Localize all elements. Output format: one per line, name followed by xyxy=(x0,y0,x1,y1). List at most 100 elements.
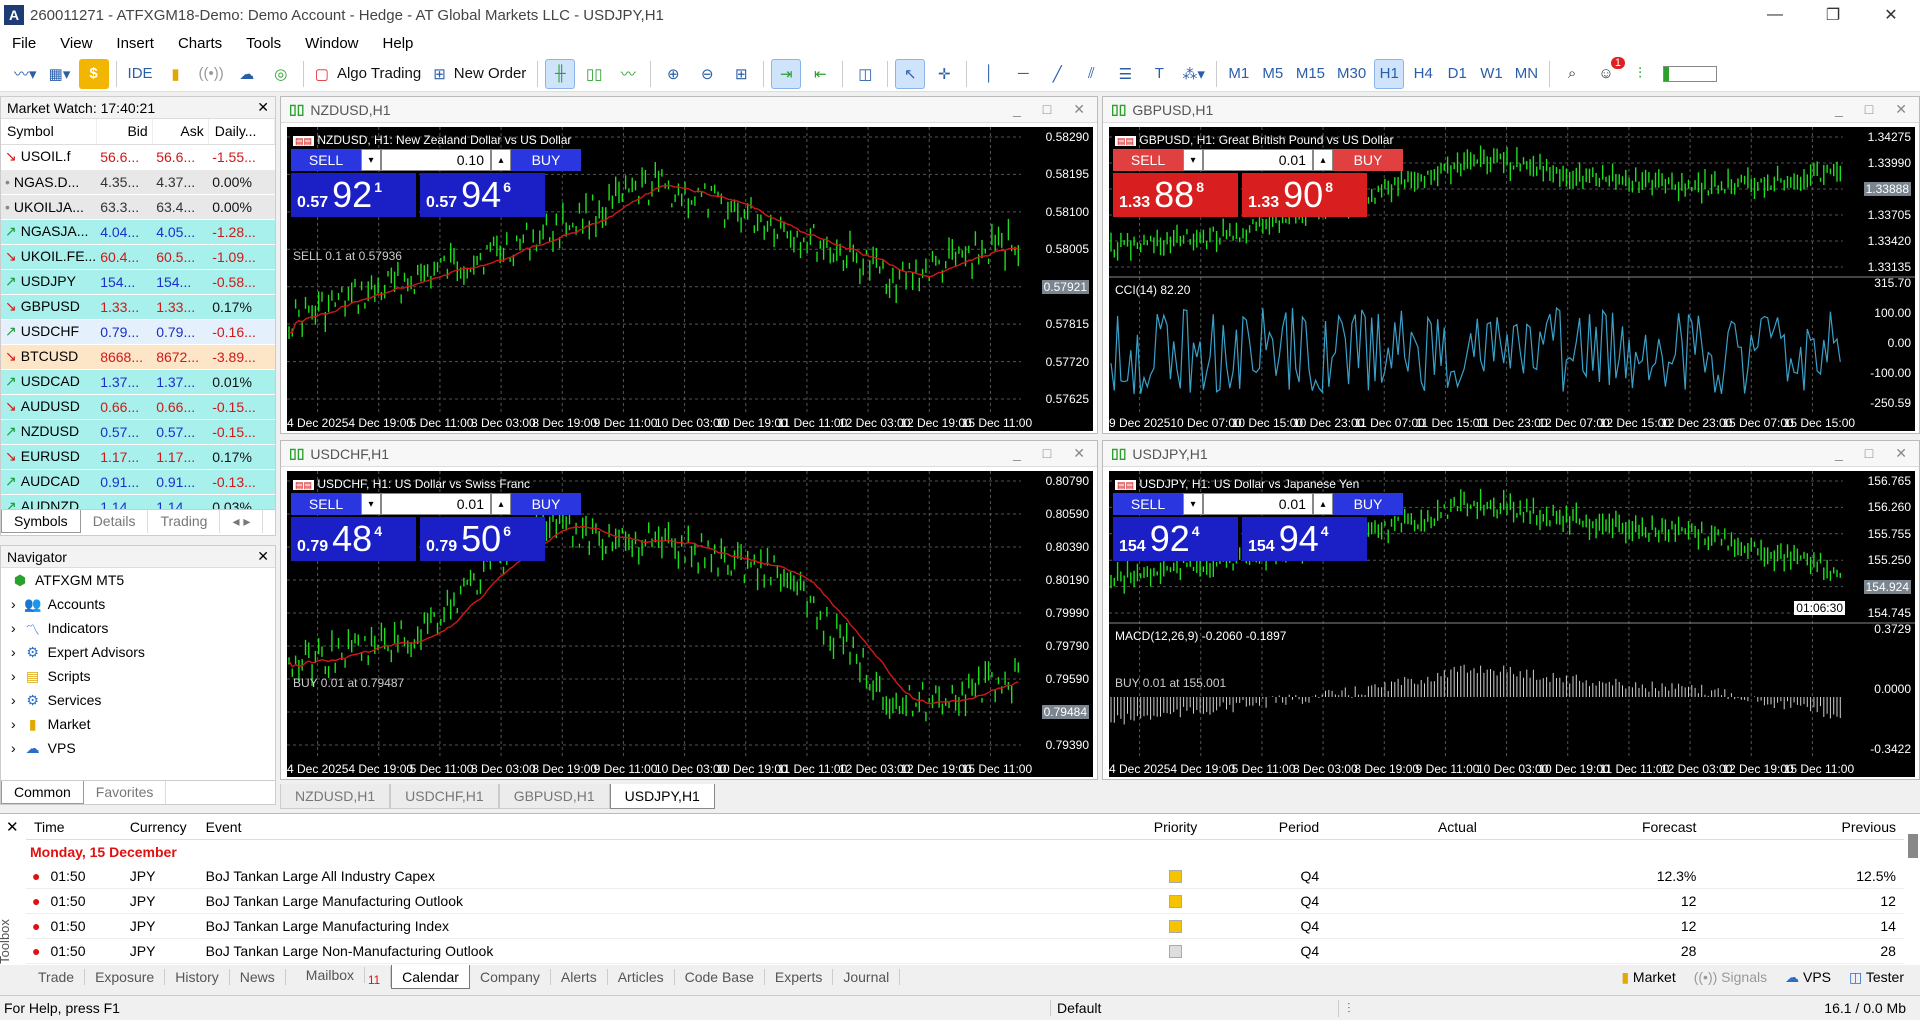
chart-canvas[interactable]: ▤▤ USDJPY, H1: US Dollar vs Japanese Yen… xyxy=(1109,471,1915,777)
tab-common[interactable]: Common xyxy=(1,781,84,804)
tab-journal[interactable]: Journal xyxy=(833,969,901,985)
timeframe-d1[interactable]: D1 xyxy=(1442,59,1472,89)
chart-tab-nzdusd[interactable]: NZDUSD,H1 xyxy=(280,784,391,809)
tab-exposure[interactable]: Exposure xyxy=(85,969,166,985)
menu-charts[interactable]: Charts xyxy=(166,35,234,52)
market-watch-row[interactable]: ↘ EURUSD 1.17... 1.17... 0.17% xyxy=(1,444,275,470)
buy-button[interactable]: BUY xyxy=(511,149,581,171)
sell-button[interactable]: SELL xyxy=(291,493,361,515)
notifications-icon[interactable]: ☺ 1 xyxy=(1591,56,1626,89)
tab-company[interactable]: Company xyxy=(470,969,551,985)
screenshot-icon[interactable]: ◫ xyxy=(850,59,880,89)
zoom-out-icon[interactable]: ⊖ xyxy=(692,59,722,89)
cal-col-event[interactable]: Event xyxy=(198,819,1130,835)
col-bid[interactable]: Bid xyxy=(96,119,153,145)
tab-details[interactable]: Details xyxy=(81,510,149,533)
nav-scripts[interactable]: › ▤ Scripts xyxy=(1,664,275,688)
menu-file[interactable]: File xyxy=(0,35,48,52)
timeframe-m30[interactable]: M30 xyxy=(1333,59,1370,89)
sell-price[interactable]: 0.57 92 1 xyxy=(291,173,416,217)
cal-col-period[interactable]: Period xyxy=(1221,819,1327,835)
sell-button[interactable]: SELL xyxy=(1113,149,1183,171)
volume-input[interactable]: 0.01 xyxy=(381,493,491,515)
crosshair-icon[interactable]: ✛ xyxy=(929,59,959,89)
col-ask[interactable]: Ask xyxy=(152,119,209,145)
market-button[interactable]: ▮ Market xyxy=(1621,969,1675,986)
nav-services[interactable]: › ⚙ Services xyxy=(1,688,275,712)
volume-up-icon[interactable]: ▴ xyxy=(491,493,511,515)
maximize-icon[interactable]: □ xyxy=(1865,445,1873,462)
community-icon[interactable]: ◎ xyxy=(266,59,296,89)
market-watch-row[interactable]: ↘ AUDUSD 0.66... 0.66... -0.15... xyxy=(1,394,275,420)
minimize-icon[interactable]: _ xyxy=(1835,445,1843,462)
tile-windows-icon[interactable]: ⊞ xyxy=(726,59,756,89)
timeframe-w1[interactable]: W1 xyxy=(1476,59,1507,89)
tab-code-base[interactable]: Code Base xyxy=(675,969,765,985)
volume-input[interactable]: 0.01 xyxy=(1203,149,1313,171)
sell-button[interactable]: SELL xyxy=(1113,493,1183,515)
chart-tab-usdjpy[interactable]: USDJPY,H1 xyxy=(609,784,715,809)
chart-tab-usdchf[interactable]: USDCHF,H1 xyxy=(390,784,499,809)
calendar-row[interactable]: ● 01:50 JPY BoJ Tankan Large All Industry… xyxy=(26,864,1904,889)
tab-trade[interactable]: Trade xyxy=(28,969,86,985)
cal-col-previous[interactable]: Previous xyxy=(1704,819,1904,835)
volume-up-icon[interactable]: ▴ xyxy=(1313,493,1333,515)
col-daily[interactable]: Daily... xyxy=(208,119,275,145)
tab-articles[interactable]: Articles xyxy=(608,969,675,985)
new-order-button[interactable]: ⊞ New Order xyxy=(429,59,530,89)
tab-news[interactable]: News xyxy=(230,969,286,985)
menu-help[interactable]: Help xyxy=(371,35,426,52)
sell-button[interactable]: SELL xyxy=(291,149,361,171)
volume-up-icon[interactable]: ▴ xyxy=(1313,149,1333,171)
zoom-in-icon[interactable]: ⊕ xyxy=(658,59,688,89)
volume-down-icon[interactable]: ▾ xyxy=(1183,149,1203,171)
chart-canvas[interactable]: ▤▤ USDCHF, H1: US Dollar vs Swiss Franc … xyxy=(287,471,1093,777)
tab-symbols[interactable]: Symbols xyxy=(1,510,81,533)
ide-button[interactable]: IDE xyxy=(124,59,157,89)
fibonacci-icon[interactable]: ☰ xyxy=(1110,59,1140,89)
minimize-icon[interactable]: _ xyxy=(1013,101,1021,118)
minimize-icon[interactable]: _ xyxy=(1013,445,1021,462)
menu-window[interactable]: Window xyxy=(293,35,370,52)
menu-tools[interactable]: Tools xyxy=(234,35,293,52)
horizontal-line-icon[interactable]: ─ xyxy=(1008,59,1038,89)
maximize-icon[interactable]: □ xyxy=(1865,101,1873,118)
line-chart-icon[interactable]: 〰 xyxy=(613,59,643,89)
volume-down-icon[interactable]: ▾ xyxy=(1183,493,1203,515)
toolbox-close-icon[interactable]: ✕ xyxy=(6,818,19,836)
cal-col-actual[interactable]: Actual xyxy=(1327,819,1485,835)
volume-down-icon[interactable]: ▾ xyxy=(361,149,381,171)
dollar-icon[interactable]: $ xyxy=(78,58,109,89)
close-icon[interactable]: ✕ xyxy=(1073,445,1085,462)
market-watch-row[interactable]: ↘ GBPUSD 1.33... 1.33... 0.17% xyxy=(1,294,275,320)
maximize-icon[interactable]: □ xyxy=(1043,445,1051,462)
timeframe-h1[interactable]: H1 xyxy=(1374,58,1405,89)
tab-experts[interactable]: Experts xyxy=(765,969,834,985)
expand-icon[interactable]: › xyxy=(11,620,16,636)
expand-icon[interactable]: › xyxy=(11,644,16,660)
nav-vps[interactable]: › ☁ VPS xyxy=(1,736,275,760)
channel-icon[interactable]: ⫽ xyxy=(1076,59,1106,89)
search-icon[interactable]: ⌕ xyxy=(1557,59,1587,89)
buy-button[interactable]: BUY xyxy=(1333,493,1403,515)
vps-button[interactable]: ☁ VPS xyxy=(1785,969,1831,986)
chart-window[interactable]: ▯▯ NZDUSD,H1 _ □ ✕ ▤▤ NZDUSD, H1: New Zealand… xyxy=(280,96,1098,434)
calendar-row[interactable]: ● 01:50 JPY BoJ Tankan Large Non-Manufact… xyxy=(26,939,1904,964)
trendline-icon[interactable]: ╱ xyxy=(1042,59,1072,89)
nav-market[interactable]: › ▮ Market xyxy=(1,712,275,736)
tab-mailbox[interactable]: Mailbox 11 xyxy=(286,967,392,987)
nav-expert-advisors[interactable]: › ⚙ Expert Advisors xyxy=(1,640,275,664)
cursor-icon[interactable]: ↖ xyxy=(895,58,926,89)
chart-canvas[interactable]: ▤▤ GBPUSD, H1: Great British Pound vs US… xyxy=(1109,127,1915,431)
chart-template-icon[interactable]: ▦▾ xyxy=(45,59,75,89)
close-button[interactable]: ✕ xyxy=(1862,5,1920,25)
chart-shift-icon[interactable]: ⇤ xyxy=(805,59,835,89)
cal-col-currency[interactable]: Currency xyxy=(122,819,198,835)
minimize-icon[interactable]: _ xyxy=(1835,101,1843,118)
calendar-row[interactable]: ● 01:50 JPY BoJ Tankan Large Manufacturin… xyxy=(26,889,1904,914)
tab-calendar[interactable]: Calendar xyxy=(391,965,470,989)
market-watch-row[interactable]: ↗ USDJPY 154... 154... -0.58... xyxy=(1,269,275,295)
tab-alerts[interactable]: Alerts xyxy=(551,969,608,985)
market-bag-icon[interactable]: ▮ xyxy=(161,59,191,89)
timeframe-m15[interactable]: M15 xyxy=(1292,59,1329,89)
